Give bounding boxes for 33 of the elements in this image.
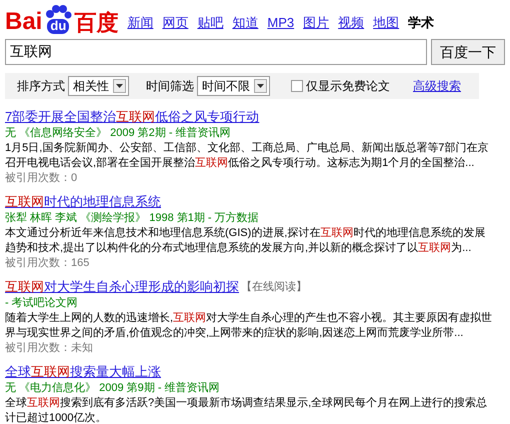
citation-count: 被引用次数：未知 — [5, 341, 94, 356]
result-title[interactable]: 全球互联网搜索量大幅上涨 — [5, 363, 161, 380]
nav-link[interactable]: 学术 — [408, 12, 434, 32]
result-source: 无 《信息网络安全》 2009 第2期 - 维普资讯网 — [5, 126, 232, 141]
paw-icon — [43, 5, 74, 19]
checkbox-label: 仅显示免费论文 — [306, 78, 390, 95]
search-button[interactable]: 百度一下 — [431, 39, 505, 65]
time-select[interactable]: 时间不限 — [197, 76, 270, 96]
citation-count: 被引用次数：0 — [5, 171, 78, 186]
nav-link[interactable]: 贴吧 — [197, 12, 224, 32]
nav-link[interactable]: 地图 — [373, 12, 400, 32]
nav-link[interactable]: MP3 — [267, 12, 294, 32]
sort-label: 排序方式 — [17, 78, 65, 95]
result-snippet: 1月5日,国务院新闻办、公安部、工信部、文化部、工商总局、广电总局、新闻出版总署等7部门在京召开电视电话会议,部署在全国开展整治互联网低俗之风专项行动。这标志为期1个月的全国整治... — [5, 141, 490, 171]
result-source: 张犁 林晖 李斌 《测绘学报》 1998 第1期 - 万方数据 — [5, 210, 260, 226]
nav-link[interactable]: 知道 — [232, 12, 258, 32]
result-source: - 考试吧论文网 — [5, 296, 79, 311]
result-snippet: 本文通过分析近年来信息技术和地理信息系统(GIS)的进展,探讨在互联网时代的地理信息系统的发展趋势和技术,提出了以构件化的分布式地理信息系统的发展方向,并以新的概念探讨了以互联网为... — [5, 226, 486, 256]
search-field[interactable]: 互联网 — [5, 39, 428, 65]
result-snippet: 随着大学生上网的人数的迅速增长,互联网对大学生自杀心理的产生也不容小视。其主要原因有虚拟世界与现实世界之间的矛盾,价值观念的冲突,上网带来的症状的影响,因迷恋上网而荒废学业所带... — [5, 311, 494, 341]
checkbox[interactable] — [291, 80, 303, 92]
sort-select[interactable]: 相关性 — [68, 76, 129, 96]
nav-link[interactable]: 视频 — [338, 12, 364, 32]
citation-count: 被引用次数：165 — [5, 256, 90, 271]
baidu-logo[interactable]: Bai du 百度 — [5, 2, 118, 34]
advanced-search-link[interactable]: 高级搜索 — [413, 77, 461, 95]
nav-link[interactable]: 网页 — [162, 12, 188, 32]
result-snippet: 全球互联网搜索到底有多活跃?美国一项最新市场调查结果显示,全球网民每个月在网上进行的搜索总计已超过1000亿次。 — [5, 396, 488, 424]
read-online-tag[interactable]: 【在线阅读】 — [241, 279, 307, 295]
nav-link[interactable]: 图片 — [303, 12, 330, 32]
result-source: 无 《电力信息化》 2009 第9期 - 维普资讯网 — [5, 380, 221, 396]
time-label: 时间筛选 — [146, 78, 194, 95]
nav-link[interactable]: 新闻 — [127, 12, 154, 32]
